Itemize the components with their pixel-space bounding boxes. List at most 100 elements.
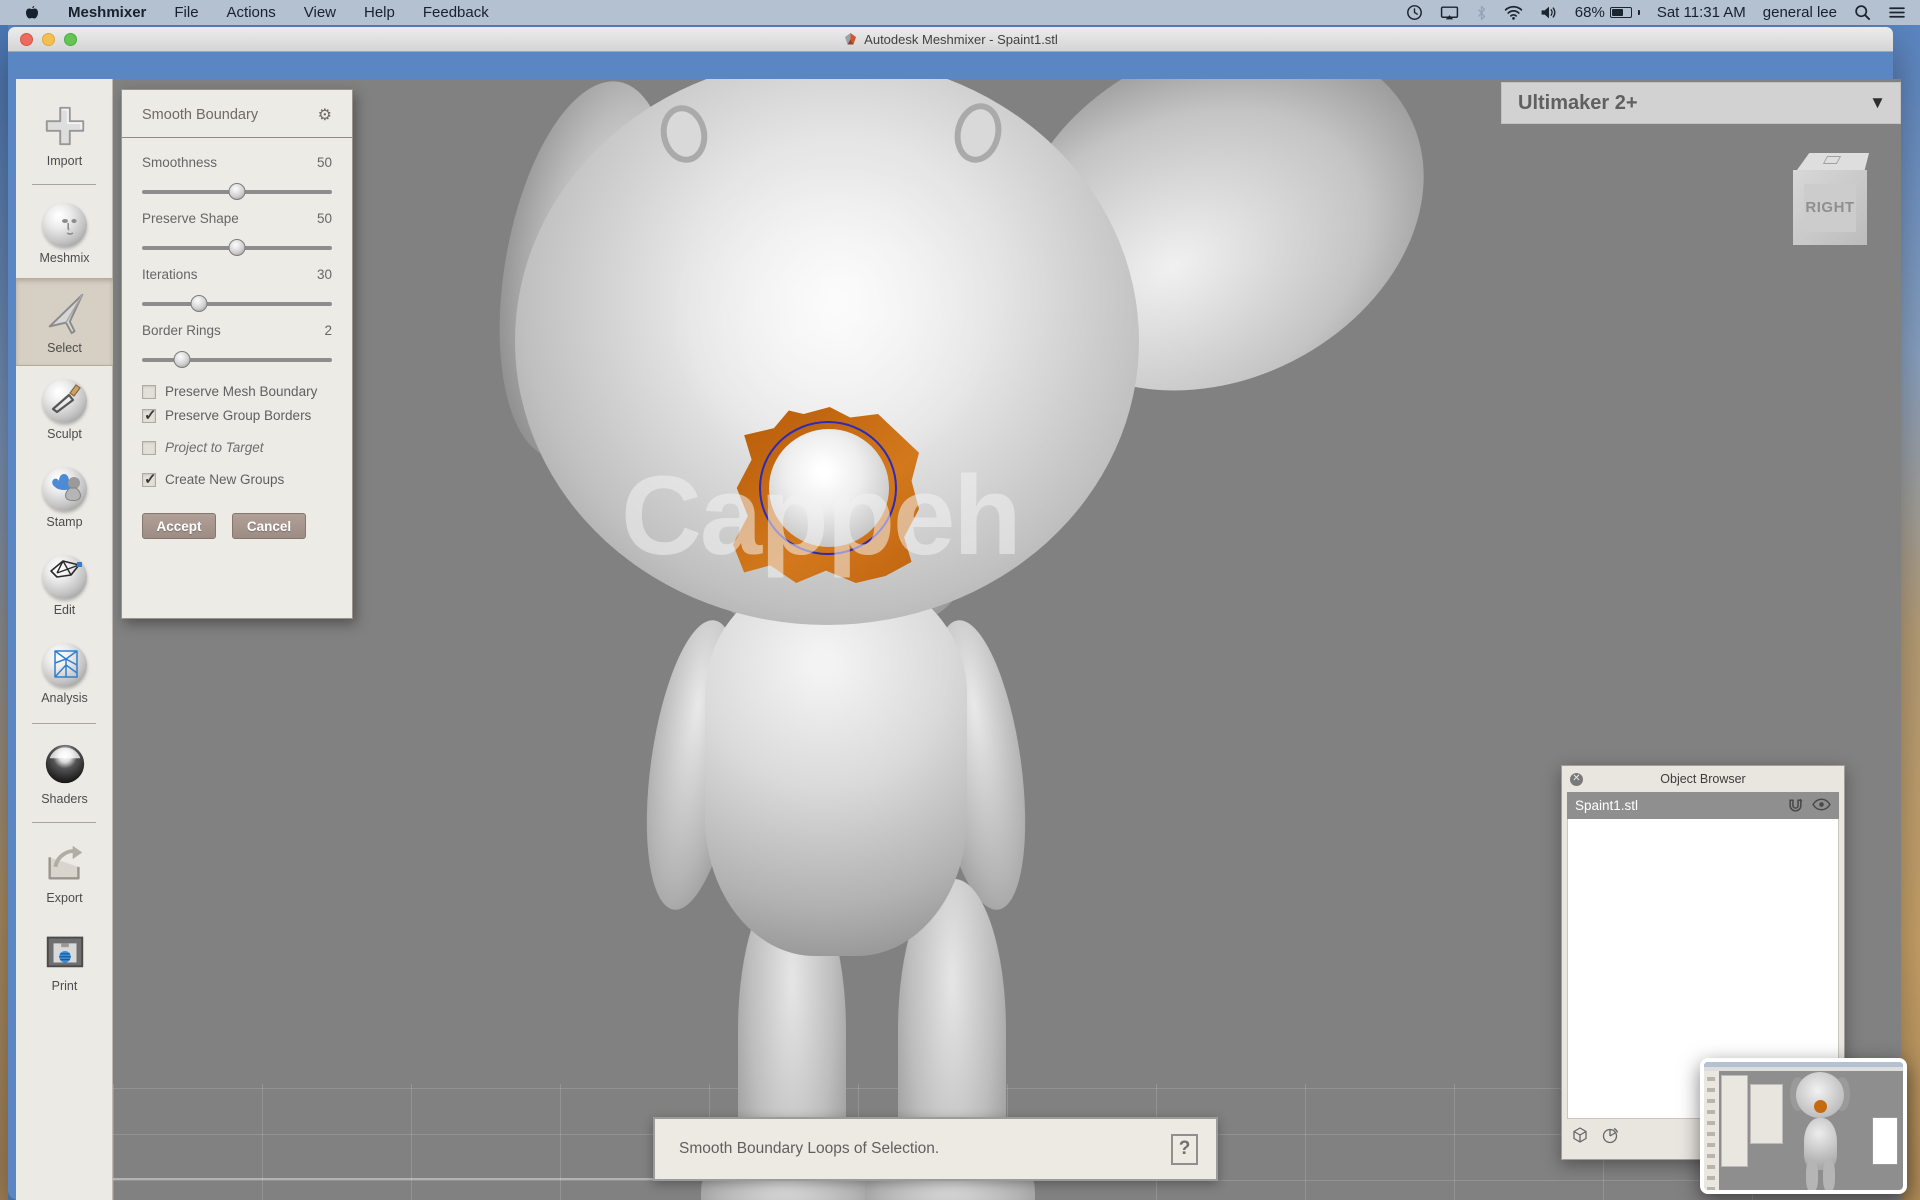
tool-hint-message: Smooth Boundary Loops of Selection. [679,1140,939,1158]
bluetooth-icon[interactable] [1476,5,1487,21]
menubar-clock[interactable]: Sat 11:31 AM [1657,4,1746,21]
meshmixer-app-icon [843,32,858,46]
slider-thumb[interactable] [229,239,246,256]
wifi-icon[interactable] [1504,5,1523,20]
toolbar-item-analysis[interactable]: Analysis [16,630,113,718]
export-icon [41,839,89,887]
cube-wireframe-icon[interactable] [1570,1125,1590,1150]
toolbar-separator [32,184,96,185]
menu-item-file[interactable]: File [174,4,198,21]
clock-history-icon[interactable] [1406,4,1423,21]
window-title: Autodesk Meshmixer - Spaint1.stl [864,32,1058,47]
model-torso [705,571,967,956]
view-cube-face-label: RIGHT [1804,184,1856,232]
slider-label-smoothness: Smoothness [142,155,217,170]
toolbar-item-export[interactable]: Export [16,828,113,916]
menu-item-app[interactable]: Meshmixer [68,4,146,21]
slider-thumb[interactable] [191,295,208,312]
main-toolbar: Import Meshmix Select Sculpt [16,79,113,1200]
checkbox-row-project-to-target: Project to Target [142,440,332,455]
checkbox-preserve-group-borders[interactable] [142,409,156,423]
toolbar-item-edit[interactable]: Edit [16,542,113,630]
gear-icon[interactable]: ⚙ [318,105,332,125]
zoom-window-button[interactable] [64,33,77,46]
menu-item-view[interactable]: View [304,4,336,21]
toolbar-separator [32,723,96,724]
search-icon[interactable] [1854,4,1871,21]
checkbox-create-new-groups[interactable] [142,473,156,487]
accept-button[interactable]: Accept [142,513,216,539]
slider-value-preserve-shape: 50 [317,211,332,226]
printer-selector-dropdown[interactable]: Ultimaker 2+ ▼ [1501,82,1901,124]
minimize-window-button[interactable] [42,33,55,46]
slider-value-smoothness: 50 [317,155,332,170]
menu-item-feedback[interactable]: Feedback [423,4,489,21]
screenshot-preview-thumbnail[interactable] [1700,1058,1907,1194]
desktop-wallpaper-left [0,25,8,1200]
battery-icon [1610,7,1632,18]
stamp-icon [43,467,87,511]
slider-label-iterations: Iterations [142,267,198,282]
pin-icon[interactable] [1787,797,1804,815]
object-browser-header: ✕ Object Browser [1562,766,1844,792]
slider-label-border-rings: Border Rings [142,323,221,338]
edit-icon [43,555,87,599]
object-browser-title: Object Browser [1660,772,1745,786]
print-icon [41,927,89,975]
close-window-button[interactable] [20,33,33,46]
toolbar-item-import[interactable]: Import [16,91,113,179]
panel-title: Smooth Boundary [142,107,258,123]
dropdown-arrow-icon: ▼ [1869,93,1886,113]
checkbox-row-preserve-mesh-boundary: Preserve Mesh Boundary [142,384,332,399]
macos-menu-bar: Meshmixer File Actions View Help Feedbac… [0,0,1920,25]
menubar-user[interactable]: general lee [1763,4,1837,21]
slider-border-rings[interactable] [142,358,332,362]
slider-smoothness[interactable] [142,190,332,194]
checkbox-preserve-mesh-boundary[interactable] [142,385,156,399]
visibility-eye-icon[interactable] [1812,798,1831,814]
toolbar-item-print[interactable]: Print [16,916,113,1004]
sculpt-icon [43,379,87,423]
checkbox-row-create-new-groups: Create New Groups [142,472,332,487]
menu-item-actions[interactable]: Actions [227,4,276,21]
checkbox-project-to-target[interactable] [142,441,156,455]
toolbar-item-shaders[interactable]: Shaders [16,729,113,817]
help-button[interactable]: ? [1171,1134,1198,1165]
notification-list-icon[interactable] [1888,5,1906,20]
menu-item-help[interactable]: Help [364,4,395,21]
toolbar-item-meshmix[interactable]: Meshmix [16,190,113,278]
select-icon [41,289,89,337]
slider-value-border-rings: 2 [324,323,332,338]
pie-chart-icon[interactable] [1602,1126,1620,1149]
panel-divider [122,137,352,138]
toolbar-item-stamp[interactable]: Stamp [16,454,113,542]
battery-percent-label: 68% [1575,4,1605,21]
tool-hint-bar: Smooth Boundary Loops of Selection. ? [653,1117,1218,1181]
object-list-item[interactable]: Spaint1.stl [1567,792,1839,819]
3d-viewport-canvas[interactable]: Cappeh Ultimaker 2+ ▼ RIGHT ✕ Object Bro… [113,79,1901,1200]
window-titlebar[interactable]: Autodesk Meshmixer - Spaint1.stl [8,27,1893,52]
view-cube[interactable]: RIGHT [1793,153,1871,245]
slider-iterations[interactable] [142,302,332,306]
toolbar-item-sculpt[interactable]: Sculpt [16,366,113,454]
slider-preserve-shape[interactable] [142,246,332,250]
slider-thumb[interactable] [229,183,246,200]
slider-thumb[interactable] [173,351,190,368]
desktop: Meshmixer File Actions View Help Feedbac… [0,0,1920,1200]
close-icon[interactable]: ✕ [1570,773,1583,786]
checkbox-row-preserve-group-borders: Preserve Group Borders [142,408,332,423]
smooth-boundary-panel: Smooth Boundary ⚙ Smoothness 50 Preserve … [121,89,353,619]
display-mirroring-icon[interactable] [1440,5,1459,21]
view-cube-front-face[interactable]: RIGHT [1793,170,1867,245]
volume-icon[interactable] [1540,5,1558,20]
import-icon [41,102,89,150]
cancel-button[interactable]: Cancel [232,513,306,539]
shaders-icon [41,740,89,788]
toolbar-item-select[interactable]: Select [16,278,113,366]
object-name: Spaint1.stl [1575,798,1779,813]
meshmix-icon [43,203,87,247]
floor-grid-line [113,1178,673,1180]
battery-status[interactable]: 68% [1575,4,1640,21]
apple-menu-icon[interactable] [24,4,40,21]
watermark-text: Cappeh [621,451,1020,580]
